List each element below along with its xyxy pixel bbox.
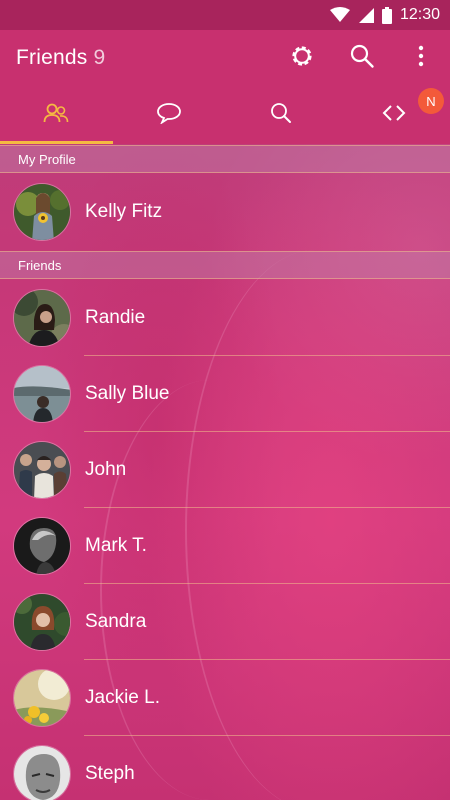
avatar xyxy=(13,593,71,651)
section-header-friends: Friends xyxy=(0,251,450,279)
new-badge: N xyxy=(418,88,444,114)
battery-icon xyxy=(381,6,392,24)
people-icon xyxy=(43,102,69,129)
app-bar: Friends 9 xyxy=(0,30,450,86)
tab-chats[interactable] xyxy=(113,86,226,144)
search-icon xyxy=(349,43,375,74)
friend-name: Jackie L. xyxy=(85,687,160,708)
tab-search[interactable] xyxy=(225,86,338,144)
avatar xyxy=(13,365,71,423)
search-icon xyxy=(269,101,293,130)
avatar xyxy=(13,289,71,347)
code-brackets-icon xyxy=(382,103,406,128)
friend-name: Steph xyxy=(85,763,135,784)
profile-name: Kelly Fitz xyxy=(85,201,163,222)
title-text: Friends xyxy=(16,46,88,69)
friend-count: 9 xyxy=(93,46,106,69)
tab-bar: N xyxy=(0,86,450,144)
avatar xyxy=(13,669,71,727)
friend-name: Mark T. xyxy=(85,535,147,556)
settings-button[interactable] xyxy=(272,30,332,86)
friend-row[interactable]: John xyxy=(0,432,450,508)
friend-row[interactable]: Sandra xyxy=(0,584,450,660)
avatar xyxy=(13,183,71,241)
friend-name: Sandra xyxy=(85,611,147,632)
gear-icon xyxy=(289,43,315,74)
tab-friends[interactable] xyxy=(0,86,113,144)
friend-name: Randie xyxy=(85,307,146,328)
friend-row[interactable]: Steph xyxy=(0,736,450,800)
profile-row[interactable]: Kelly Fitz xyxy=(0,174,450,250)
overflow-menu-button[interactable] xyxy=(392,30,450,86)
friend-row[interactable]: Jackie L. xyxy=(0,660,450,736)
friend-row[interactable]: Sally Blue xyxy=(0,356,450,432)
page-title: Friends 9 xyxy=(16,46,272,70)
friend-name: Sally Blue xyxy=(85,383,170,404)
avatar xyxy=(13,517,71,575)
tab-more[interactable]: N xyxy=(338,86,450,144)
section-header-profile: My Profile xyxy=(0,145,450,173)
friend-row[interactable]: Mark T. xyxy=(0,508,450,584)
avatar xyxy=(13,745,71,800)
friend-row[interactable]: Randie xyxy=(0,280,450,356)
status-bar: 12:30 xyxy=(0,0,450,30)
status-time: 12:30 xyxy=(399,6,440,23)
signal-icon xyxy=(358,7,374,23)
friend-name: John xyxy=(85,459,127,480)
more-vert-icon xyxy=(418,45,424,72)
search-button[interactable] xyxy=(332,30,392,86)
chat-bubble-icon xyxy=(156,102,182,129)
wifi-icon xyxy=(329,7,350,23)
avatar xyxy=(13,441,71,499)
